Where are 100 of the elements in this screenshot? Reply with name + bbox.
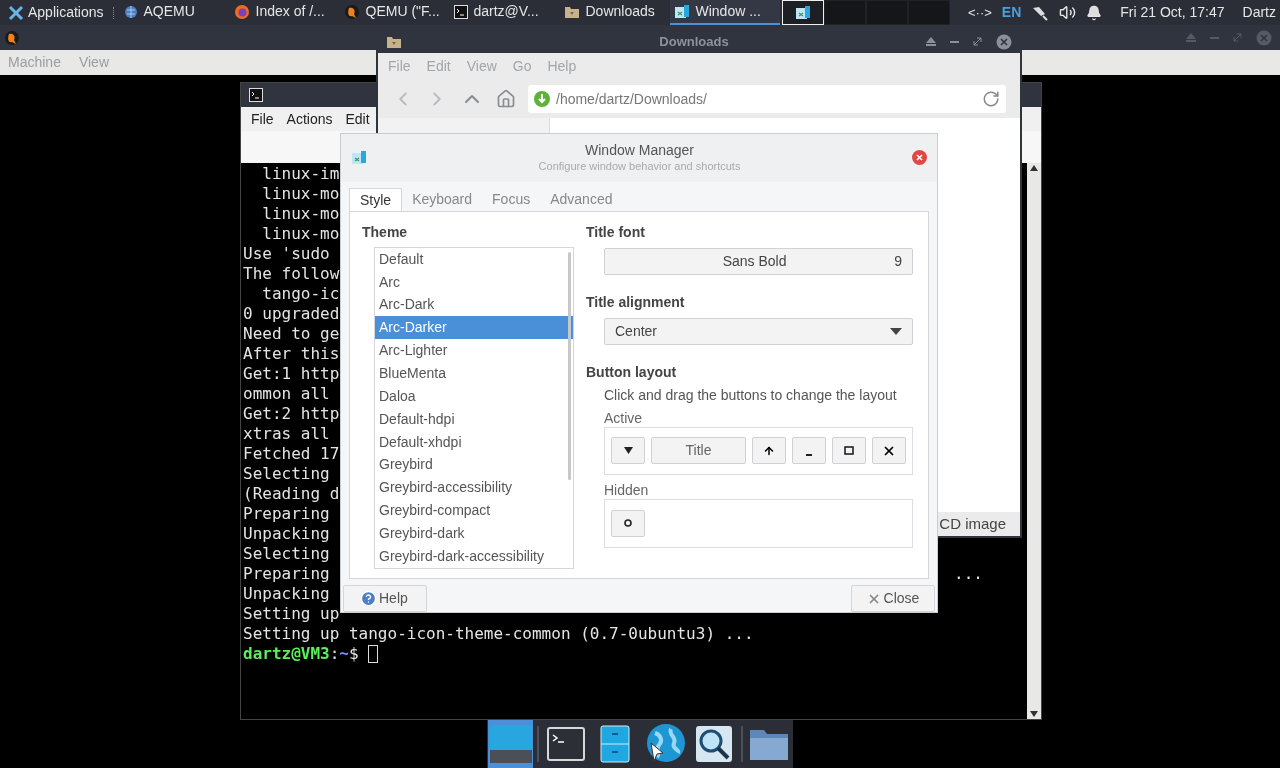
terminal-line: Selecting [243, 464, 330, 484]
alignment-dropdown[interactable]: Center [604, 317, 913, 345]
home-icon[interactable] [496, 89, 516, 109]
menu-item[interactable]: Edit [345, 108, 370, 130]
hint-text: Click and drag the buttons to change the layout [604, 386, 898, 404]
keyboard-layout-indicator[interactable]: EN [1001, 2, 1022, 23]
terminal-line: xtras all [243, 424, 330, 444]
stick-button[interactable] [611, 509, 645, 537]
terminal-line: The follow [243, 264, 340, 284]
caret-icon [623, 447, 633, 455]
group-label: Active [604, 409, 644, 427]
prompt-symbol: $ [349, 644, 360, 664]
desktop-icon [488, 724, 533, 764]
scrollbar[interactable] [1027, 163, 1041, 719]
font-size: 9 [894, 251, 902, 271]
workspace-thumbnail[interactable] [823, 0, 866, 25]
clock[interactable]: Fri 21 Oct, 17:47 [1120, 2, 1225, 23]
taskbar-button[interactable]: QEMU ("F... [339, 0, 450, 25]
notification-bell-icon[interactable] [1086, 4, 1103, 21]
theme-list-item[interactable]: Greybird-compact [375, 499, 573, 523]
prompt-separator: : [329, 644, 340, 664]
status-text: CD image [939, 513, 1006, 534]
terminal-line: Selecting [243, 544, 330, 564]
theme-list-item[interactable]: Default [375, 247, 573, 271]
theme-list-item[interactable]: Arc [375, 270, 573, 294]
terminal-line: tango-ic [261, 284, 340, 304]
close-icon[interactable] [912, 150, 927, 166]
font-picker-button[interactable]: Sans Bold 9 [604, 247, 913, 275]
taskbar-button[interactable]: Downloads [559, 0, 670, 25]
theme-list-item[interactable]: Greybird-accessibility [375, 476, 573, 500]
theme-list-item[interactable]: Greybird-dark-accessibility [375, 544, 573, 568]
scrollbar-thumb[interactable] [568, 251, 571, 480]
maximize-icon[interactable] [973, 37, 982, 46]
browser-icon [233, 3, 250, 20]
menu-item[interactable]: File [251, 108, 274, 130]
shade-icon[interactable] [926, 37, 936, 46]
terminal-icon [249, 88, 263, 102]
terminal-line: Preparing [243, 504, 330, 524]
maximize-button[interactable] [832, 437, 866, 465]
terminal-line: Unpacking [243, 524, 330, 544]
user-name[interactable]: Dartz [1242, 2, 1276, 23]
dock-launcher[interactable] [488, 720, 534, 768]
theme-list-item[interactable]: Greybird-dark [375, 522, 573, 545]
window-icon [794, 4, 811, 21]
minimize-icon[interactable] [950, 40, 959, 43]
section-heading: Button layout [586, 363, 678, 381]
terminal-icon [453, 4, 468, 19]
taskbar-button[interactable]: Window ... [669, 0, 780, 25]
qemu-icon [4, 29, 20, 46]
folder-icon [563, 4, 580, 19]
menu-item[interactable]: Actions [286, 108, 333, 130]
theme-list-item[interactable]: Greybird [375, 453, 573, 477]
shade-button[interactable] [752, 437, 786, 465]
prompt-user-host: dartz@VM3 [243, 644, 330, 664]
text-cursor [368, 645, 379, 663]
help-button[interactable]: Help [343, 585, 427, 612]
theme-list-item[interactable]: Daloa [375, 384, 573, 408]
scroll-down-icon[interactable] [1030, 711, 1038, 717]
taskbar-button[interactable]: Index of /... [229, 0, 340, 25]
applications-menu[interactable]: Applications [4, 0, 108, 25]
terminal-line: Unpacking [243, 584, 330, 604]
theme-list-item[interactable]: BlueMenta [375, 362, 573, 385]
close-button[interactable]: Close [851, 585, 935, 612]
terminal-line: linux-mo [261, 224, 340, 244]
terminal-line: Need to ge [243, 324, 340, 344]
theme-list-item[interactable]: Arc-Dark [375, 293, 573, 317]
terminal-line: Setting up tango-icon-theme-common (0.7-0ubuntu3) ... [243, 624, 754, 644]
location-field[interactable]: /home/dartz/Downloads/ [528, 85, 1006, 113]
terminal-icon [547, 727, 585, 761]
close-button[interactable] [872, 437, 906, 465]
network-indicator[interactable]: <··> [967, 2, 992, 23]
folder-icon [386, 34, 402, 49]
tab[interactable]: Style [349, 187, 403, 212]
workspace-thumbnail[interactable] [865, 0, 908, 25]
menu-button[interactable] [611, 437, 645, 465]
terminal-line: linux-im [261, 164, 340, 184]
taskbar-button[interactable]: dartz@V... [449, 0, 560, 25]
theme-list-item[interactable]: Arc-Lighter [375, 339, 573, 363]
theme-list-item[interactable]: Default-hdpi [375, 407, 573, 431]
workspace-thumbnail[interactable] [907, 0, 950, 25]
globe-icon [123, 4, 138, 19]
terminal-line: Get:2 http [243, 404, 340, 424]
terminal-line: Preparing [243, 564, 330, 584]
theme-list-item[interactable]: Default-xhdpi [375, 430, 573, 454]
dialog-title: Window Manager [585, 141, 694, 158]
close-icon[interactable] [996, 33, 1012, 50]
section-heading: Title alignment [586, 293, 686, 311]
taskbar-button[interactable]: AQEMU [119, 0, 230, 25]
scroll-up-icon[interactable] [1030, 165, 1038, 171]
magnifier-icon [695, 725, 733, 763]
terminal-line: linux-mo [261, 184, 340, 204]
window-title: Downloads [658, 32, 730, 51]
section-heading: Theme [362, 223, 409, 241]
terminal-line: (Reading d [243, 484, 340, 504]
terminal-line: Setting up [243, 604, 340, 624]
dialog-subtitle: Configure window behavior and shortcuts [538, 158, 741, 174]
circle-icon [624, 519, 632, 528]
volume-icon[interactable] [1059, 4, 1077, 21]
title-button[interactable]: Title [651, 437, 746, 465]
reload-icon[interactable] [982, 90, 1000, 108]
